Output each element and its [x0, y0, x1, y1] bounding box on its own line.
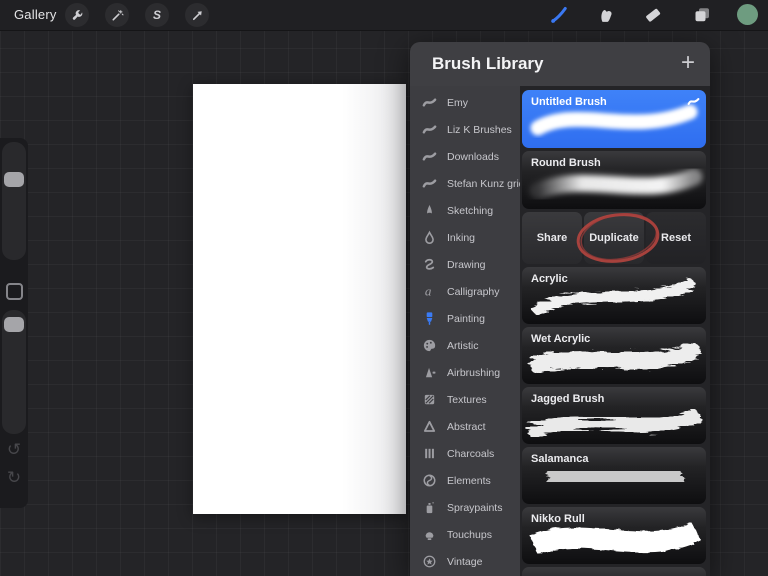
wrench-icon [71, 9, 84, 22]
brush-card-partial[interactable] [522, 567, 706, 576]
pencil-icon [422, 203, 437, 218]
spray-can-icon [422, 500, 437, 515]
brush-icon [549, 5, 569, 25]
brush-salamanca[interactable]: Salamanca [522, 447, 706, 504]
category-calligraphy[interactable]: Calligraphy [410, 278, 520, 305]
duplicate-button[interactable]: Duplicate [584, 212, 644, 264]
brush-sidebar: ↺ ↻ [0, 138, 28, 508]
category-artistic[interactable]: Artistic [410, 332, 520, 359]
airbrush-icon [422, 365, 437, 380]
brush-wet-acrylic[interactable]: Wet Acrylic [522, 327, 706, 384]
layers-icon [692, 5, 712, 25]
category-vintage[interactable]: Vintage [410, 548, 520, 575]
brush-opacity-handle[interactable] [4, 317, 24, 332]
italic-a-icon [422, 284, 437, 299]
category-abstract[interactable]: Abstract [410, 413, 520, 440]
category-drawing[interactable]: Drawing [410, 251, 520, 278]
transform-arrow-icon [191, 9, 204, 22]
panel-title: Brush Library [432, 54, 543, 74]
brush-nikko-rull[interactable]: Nikko Rull [522, 507, 706, 564]
brush-set-icon [422, 122, 437, 137]
category-painting-selected[interactable]: Painting [410, 305, 520, 332]
triangle-icon [422, 419, 437, 434]
star-circle-icon [422, 554, 437, 569]
brush-set-icon [422, 149, 437, 164]
brush-library-header: Brush Library + [410, 42, 710, 86]
bars-icon [422, 446, 437, 461]
redo-button[interactable]: ↻ [0, 466, 28, 490]
eraser-icon [643, 5, 663, 25]
texture-icon [422, 392, 437, 407]
yin-yang-icon [422, 473, 437, 488]
category-stefan-kunz-grids[interactable]: Stefan Kunz grids [410, 170, 520, 197]
adjustments-button[interactable] [105, 3, 129, 27]
brush-round-brush[interactable]: Round Brush [522, 151, 706, 209]
palette-icon [422, 338, 437, 353]
brush-context-menu: Share Duplicate Reset [522, 212, 706, 264]
category-sketching[interactable]: Sketching [410, 197, 520, 224]
brush-category-list: Emy Liz K Brushes Downloads Stefan Kunz … [410, 86, 520, 576]
category-airbrushing[interactable]: Airbrushing [410, 359, 520, 386]
paintbrush-icon [422, 311, 437, 326]
brush-library-panel: Brush Library + Emy Liz K Brushes Downlo… [410, 42, 710, 576]
actions-button[interactable] [65, 3, 89, 27]
brush-acrylic[interactable]: Acrylic [522, 267, 706, 324]
erase-tool-button[interactable] [642, 4, 664, 26]
color-swatch[interactable] [737, 4, 758, 25]
add-brush-button[interactable]: + [681, 50, 695, 76]
category-charcoals[interactable]: Charcoals [410, 440, 520, 467]
procreate-app: Gallery S ↺ ↻ Brush Library + Emy Liz K … [0, 0, 768, 576]
reset-button[interactable]: Reset [646, 212, 706, 264]
smudge-tool-button[interactable] [595, 4, 617, 26]
gallery-button[interactable]: Gallery [14, 7, 57, 22]
modify-button[interactable] [6, 283, 23, 300]
magic-wand-icon [111, 9, 124, 22]
brush-jagged-brush[interactable]: Jagged Brush [522, 387, 706, 444]
category-spraypaints[interactable]: Spraypaints [410, 494, 520, 521]
share-button[interactable]: Share [522, 212, 582, 264]
brush-set-icon [422, 95, 437, 110]
smudge-icon [596, 5, 616, 25]
selection-button[interactable]: S [145, 3, 169, 27]
layers-button[interactable] [691, 4, 713, 26]
category-elements[interactable]: Elements [410, 467, 520, 494]
squiggle-icon [422, 257, 437, 272]
brush-size-slider[interactable] [2, 142, 26, 260]
brush-untitled-brush-selected[interactable]: Untitled Brush [522, 90, 706, 148]
brush-size-handle[interactable] [4, 172, 24, 187]
drawing-canvas[interactable] [193, 84, 406, 514]
brush-list: Untitled Brush Round Brush Share Duplica… [520, 86, 710, 576]
cosmetic-brush-icon [422, 527, 437, 542]
brush-opacity-slider[interactable] [2, 310, 26, 434]
category-liz-k-brushes[interactable]: Liz K Brushes [410, 116, 520, 143]
category-downloads[interactable]: Downloads [410, 143, 520, 170]
top-toolbar: Gallery S [0, 0, 768, 31]
category-inking[interactable]: Inking [410, 224, 520, 251]
brush-set-icon [422, 176, 437, 191]
custom-brush-badge-icon [687, 95, 700, 108]
category-touchups[interactable]: Touchups [410, 521, 520, 548]
selection-s-icon: S [153, 8, 161, 22]
transform-button[interactable] [185, 3, 209, 27]
ink-drop-icon [422, 230, 437, 245]
undo-button[interactable]: ↺ [0, 438, 28, 462]
paint-tool-button[interactable] [548, 4, 570, 26]
category-emy[interactable]: Emy [410, 89, 520, 116]
category-textures[interactable]: Textures [410, 386, 520, 413]
